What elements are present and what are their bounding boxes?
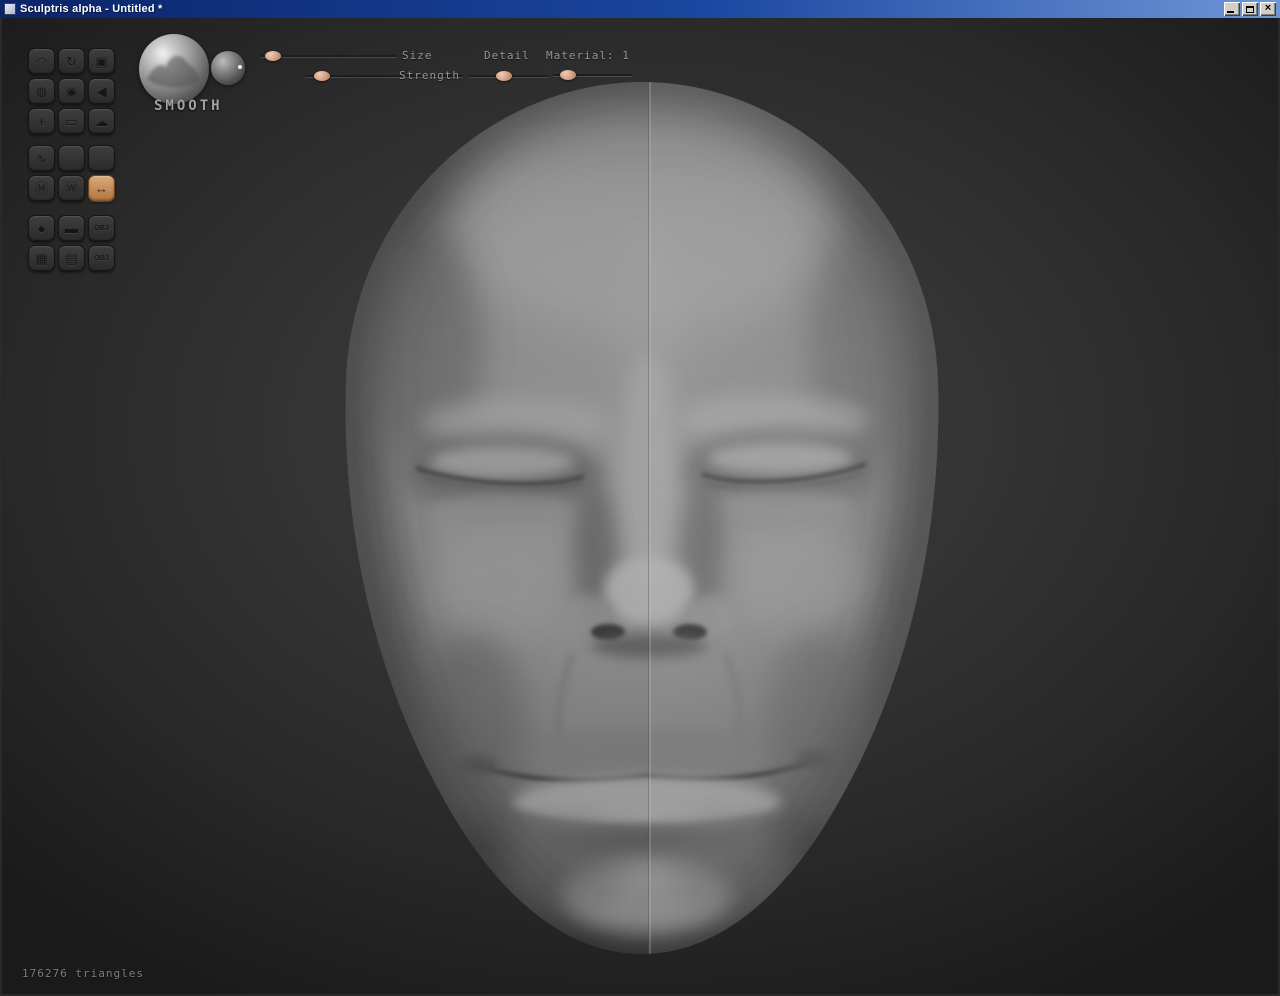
wireframe-icon: Ⓦ	[64, 181, 78, 196]
plane-icon: ▬	[65, 221, 78, 236]
wireframe-toggle-button[interactable]: Ⓦ	[58, 175, 85, 202]
export-obj-button[interactable]: OBJ	[88, 245, 115, 272]
title-bar[interactable]: Sculptris alpha - Untitled * ×	[0, 0, 1280, 18]
sphere-icon: ●	[37, 221, 46, 236]
reduce-tool-button[interactable]: ∿	[28, 145, 55, 172]
reduce-icon: ∿	[36, 151, 47, 166]
restore-button[interactable]	[1242, 2, 1258, 16]
inflate-tool-button[interactable]: ◉	[58, 78, 85, 105]
sculpt-viewport[interactable]: ◠ ↻ ▣ ◍ ◉ ◀ + ▭ ☁ ∿ Ⓜ Ⓦ ↔ ● ▬ OBJ ▦ ▤ OB…	[0, 18, 1280, 996]
option-toggle-button-2[interactable]	[88, 145, 115, 172]
material-slider-handle[interactable]	[560, 70, 577, 80]
minimize-button[interactable]	[1224, 2, 1240, 16]
window-title: Sculptris alpha - Untitled *	[20, 3, 163, 15]
new-sphere-button[interactable]: ●	[28, 215, 55, 242]
size-slider-handle[interactable]	[265, 51, 282, 61]
symmetry-toggle-button[interactable]: ↔	[88, 175, 115, 202]
brush-alpha-shape	[147, 56, 200, 88]
brush-detail-dot	[237, 65, 242, 70]
file-tools-group: ● ▬ OBJ ▦ ▤ OBJ	[28, 215, 115, 272]
save-icon: ▦	[35, 251, 48, 266]
option-toggles-group: ∿ Ⓜ Ⓦ ↔	[28, 145, 115, 202]
size-label: Size	[402, 49, 433, 62]
face-model[interactable]	[345, 18, 950, 996]
save-button[interactable]: ▦	[28, 245, 55, 272]
restore-icon	[1246, 5, 1254, 13]
close-icon: ×	[1264, 1, 1272, 14]
grab-icon: +	[37, 114, 46, 129]
triangle-count: 176276 triangles	[22, 967, 144, 980]
option-toggle-button-1[interactable]	[58, 145, 85, 172]
strength-slider-handle[interactable]	[314, 71, 331, 81]
rotate-icon: ↻	[66, 54, 77, 69]
minimize-icon	[1227, 11, 1234, 13]
app-icon	[4, 3, 16, 15]
material-label: Material: 1	[546, 49, 630, 62]
rotate-tool-button[interactable]: ↻	[58, 48, 85, 75]
model-canvas[interactable]	[2, 18, 1280, 996]
brush-preview-sphere[interactable]	[139, 34, 209, 104]
app-window: Sculptris alpha - Untitled * × ◠ ↻ ▣ ◍ ◉…	[0, 0, 1280, 996]
symmetry-icon: ↔	[95, 181, 108, 196]
flatten-tool-button[interactable]: ▭	[58, 108, 85, 135]
detail-slider[interactable]	[469, 70, 548, 82]
inflate-icon: ◉	[65, 84, 78, 99]
crease-tool-button[interactable]: ◠	[28, 48, 55, 75]
pinch-tool-button[interactable]: ◀	[88, 78, 115, 105]
smooth-icon: ☁	[95, 114, 108, 129]
import-obj-icon: OBJ	[94, 225, 109, 232]
load-button[interactable]: ▤	[58, 245, 85, 272]
draw-icon: ◍	[35, 84, 48, 99]
brush-material-ball[interactable]	[211, 51, 245, 85]
import-obj-button[interactable]: OBJ	[88, 215, 115, 242]
tool-panel: ◠ ↻ ▣ ◍ ◉ ◀ + ▭ ☁ ∿ Ⓜ Ⓦ ↔ ● ▬ OBJ ▦ ▤ OB…	[28, 48, 115, 272]
material-slider[interactable]	[553, 69, 633, 81]
active-brush-name: SMOOTH	[154, 98, 223, 114]
new-plane-button[interactable]: ▬	[58, 215, 85, 242]
strength-label: Strength	[399, 69, 460, 82]
sculpt-tools-group: ◠ ↻ ▣ ◍ ◉ ◀ + ▭ ☁	[28, 48, 115, 135]
scale-tool-button[interactable]: ▣	[88, 48, 115, 75]
pinch-icon: ◀	[96, 84, 107, 99]
export-obj-icon: OBJ	[94, 255, 109, 262]
material-icon: Ⓜ	[34, 181, 48, 196]
size-slider[interactable]	[260, 50, 397, 62]
crease-icon: ◠	[35, 54, 48, 69]
detail-label: Detail	[484, 49, 530, 62]
smooth-tool-button[interactable]: ☁	[88, 108, 115, 135]
scale-icon: ▣	[95, 54, 108, 69]
window-controls: ×	[1224, 2, 1276, 16]
face-shading	[346, 82, 939, 954]
detail-slider-handle[interactable]	[495, 71, 512, 81]
material-toggle-button[interactable]: Ⓜ	[28, 175, 55, 202]
flatten-icon: ▭	[65, 114, 78, 129]
load-icon: ▤	[65, 251, 78, 266]
grab-tool-button[interactable]: +	[28, 108, 55, 135]
draw-tool-button[interactable]: ◍	[28, 78, 55, 105]
close-button[interactable]: ×	[1260, 2, 1276, 16]
